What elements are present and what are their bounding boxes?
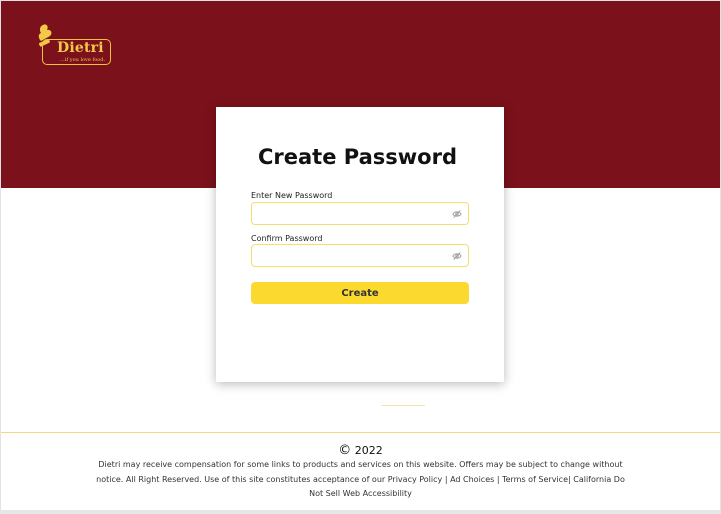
separator: | [496,474,500,484]
ad-choices-link[interactable]: Ad Choices [450,475,494,484]
new-password-field-wrapper [251,202,469,225]
copyright: © 2022 [0,443,721,458]
page-title: Create Password [258,145,457,169]
create-button[interactable]: Create [251,282,469,304]
new-password-label: Enter New Password [251,191,333,200]
new-password-input[interactable] [252,203,458,224]
separator: | [444,474,448,484]
dietri-logo[interactable]: Dietri ...if you love food. [35,23,115,69]
footer-divider [1,432,720,433]
eye-off-icon[interactable] [452,251,462,261]
footer-disclaimer: Dietri may receive compensation for some… [88,458,633,502]
web-accessibility-link[interactable]: Web Accessibility [343,489,412,498]
privacy-policy-link[interactable]: Privacy Policy [388,475,443,484]
confirm-password-field-wrapper [251,244,469,267]
divider [381,405,425,406]
terms-of-service-link[interactable]: Terms of Service| [502,475,571,484]
copyright-year: 2022 [354,444,383,457]
logo-text: Dietri [57,40,104,56]
eye-off-icon[interactable] [452,209,462,219]
create-password-card: Create Password Enter New Password Confi… [216,107,504,382]
confirm-password-label: Confirm Password [251,234,323,243]
confirm-password-input[interactable] [252,245,458,266]
copyright-symbol: © [338,443,352,458]
logo-tagline: ...if you love food. [60,57,106,63]
bottom-bar [0,510,721,514]
